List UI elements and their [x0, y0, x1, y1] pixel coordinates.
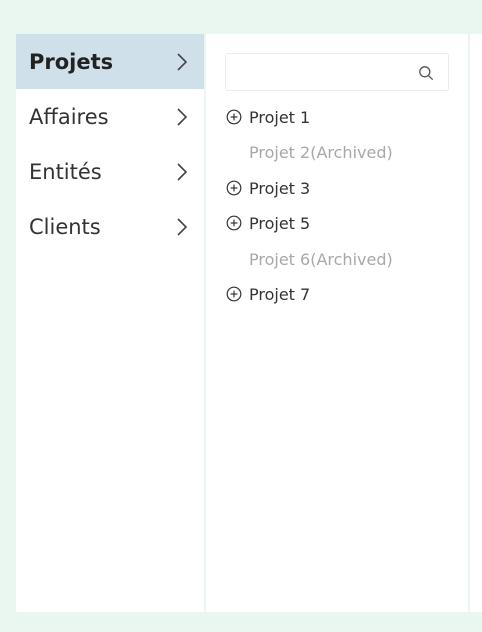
project-item-5[interactable]: Projet 5: [226, 211, 310, 235]
project-label: Projet 7: [249, 284, 311, 304]
plus-circle-icon[interactable]: [226, 180, 242, 196]
project-item-3[interactable]: Projet 3: [226, 176, 310, 200]
search-icon[interactable]: [418, 65, 434, 81]
project-item-1[interactable]: Projet 1: [226, 105, 310, 129]
project-item-2-archived[interactable]: Projet 2(Archived): [226, 140, 393, 164]
chevron-right-icon: [177, 217, 187, 236]
plus-circle-icon[interactable]: [226, 109, 242, 125]
project-label: Projet 1: [249, 107, 311, 127]
sidebar-item-label: Affaires: [29, 104, 109, 129]
project-list-panel: Projet 1 Projet 2(Archived) Projet 3 Pro…: [206, 34, 468, 612]
chevron-right-icon: [177, 107, 187, 126]
project-label: Projet 2(Archived): [249, 142, 393, 162]
sidebar-item-clients[interactable]: Clients: [16, 199, 204, 254]
sidebar-item-entites[interactable]: Entités: [16, 144, 204, 199]
detail-panel: [470, 34, 482, 612]
plus-circle-icon[interactable]: [226, 215, 242, 231]
project-label: Projet 6(Archived): [249, 249, 393, 269]
chevron-right-icon: [177, 52, 187, 71]
sidebar-item-label: Projets: [29, 49, 114, 74]
category-sidebar: Projets Affaires Entités Clients: [16, 34, 204, 612]
sidebar-item-label: Entités: [29, 159, 102, 184]
search-box: [225, 53, 449, 91]
search-input[interactable]: [226, 54, 427, 90]
project-item-7[interactable]: Projet 7: [226, 282, 310, 306]
sidebar-item-projets[interactable]: Projets: [16, 34, 204, 89]
project-label: Projet 5: [249, 213, 311, 233]
sidebar-item-label: Clients: [29, 214, 101, 239]
project-item-6-archived[interactable]: Projet 6(Archived): [226, 247, 393, 271]
chevron-right-icon: [177, 162, 187, 181]
sidebar-item-affaires[interactable]: Affaires: [16, 89, 204, 144]
plus-circle-icon[interactable]: [226, 286, 242, 302]
project-label: Projet 3: [249, 178, 311, 198]
